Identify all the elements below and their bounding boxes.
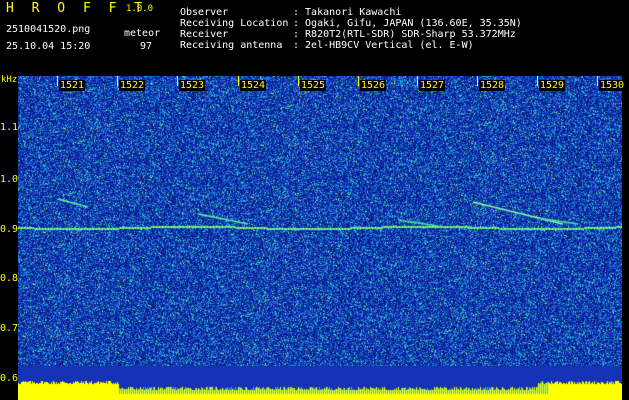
time-tick: 1527 bbox=[419, 80, 446, 91]
info-value-observer: : Takanori Kawachi bbox=[293, 7, 402, 18]
time-tick: 1529 bbox=[539, 80, 566, 91]
freq-tick: 1.1 bbox=[0, 122, 19, 133]
time-marker bbox=[238, 76, 239, 86]
info-value-antenna: : 2el-HB9CV Vertical (el. E-W) bbox=[293, 40, 474, 51]
info-label-receiver: Receiver bbox=[180, 29, 229, 40]
time-marker bbox=[597, 76, 598, 86]
freq-tick: 0.9 bbox=[0, 224, 19, 235]
time-marker bbox=[298, 76, 299, 86]
time-marker bbox=[537, 76, 538, 86]
info-label-antenna: Receiving antenna bbox=[180, 40, 283, 51]
time-tick: 1523 bbox=[179, 80, 206, 91]
file-name: 2510041520.png bbox=[6, 24, 91, 35]
freq-tick: 0.7 bbox=[0, 323, 19, 334]
axis-unit: kHz bbox=[1, 75, 18, 85]
time-tick: 1521 bbox=[59, 80, 86, 91]
time-marker bbox=[57, 76, 58, 86]
info-value-location: : Ogaki, Gifu, JAPAN (136.60E, 35.35N) bbox=[293, 18, 522, 29]
time-marker bbox=[417, 76, 418, 86]
time-marker bbox=[477, 76, 478, 86]
info-value-receiver: : R820T2(RTL-SDR) SDR-Sharp 53.372MHz bbox=[293, 29, 516, 40]
info-label-observer: Observer bbox=[180, 7, 229, 18]
time-tick: 1530 bbox=[599, 80, 626, 91]
signal-level-bars bbox=[18, 366, 622, 400]
time-tick: 1522 bbox=[119, 80, 146, 91]
mode-label: meteor bbox=[124, 28, 161, 39]
freq-tick: 0.8 bbox=[0, 273, 19, 284]
freq-tick: 1.0 bbox=[0, 174, 19, 185]
file-datetime: 25.10.04 15:20 bbox=[6, 41, 91, 52]
time-tick: 1524 bbox=[240, 80, 267, 91]
time-tick: 1526 bbox=[360, 80, 387, 91]
time-marker bbox=[117, 76, 118, 86]
spectrogram-waterfall bbox=[18, 76, 622, 400]
info-label-location: Receiving Location bbox=[180, 18, 289, 29]
time-marker bbox=[177, 76, 178, 86]
time-tick: 1528 bbox=[479, 80, 506, 91]
time-tick: 1525 bbox=[300, 80, 327, 91]
freq-tick: 0.6 bbox=[0, 373, 19, 384]
count-value: 97 bbox=[140, 41, 153, 52]
app-version: 1.0.0 bbox=[126, 4, 154, 14]
time-marker bbox=[358, 76, 359, 86]
